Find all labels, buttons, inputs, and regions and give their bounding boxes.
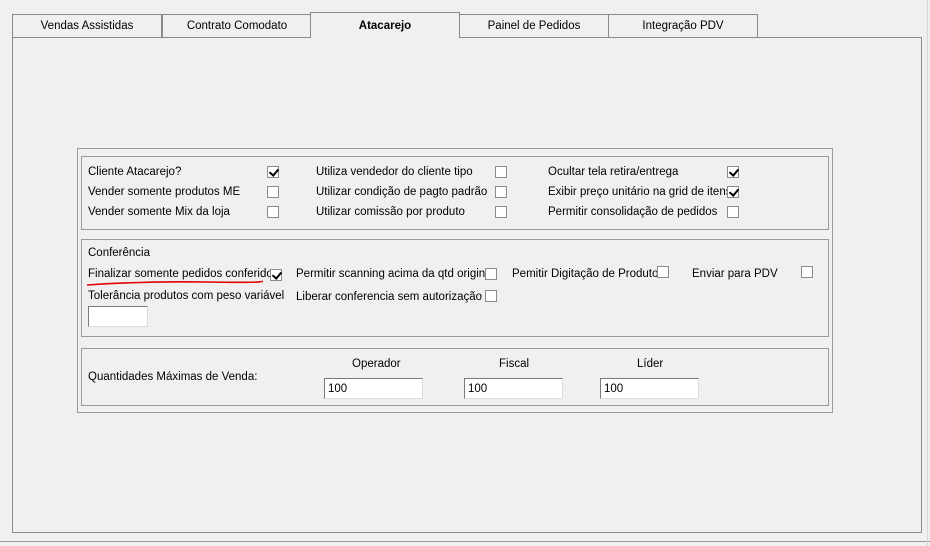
quantidades-label: Quantidades Máximas de Venda: (88, 371, 258, 383)
vender-somente-mix-label: Vender somente Mix da loja (88, 206, 230, 218)
ocultar-tela-label: Ocultar tela retira/entrega (548, 166, 679, 178)
fiscal-label: Fiscal (499, 358, 530, 370)
lider-input[interactable] (600, 378, 699, 399)
liberar-conferencia-label: Liberar conferencia sem autorização (296, 291, 483, 303)
utilizar-comissao-label: Utilizar comissão por produto (316, 206, 465, 218)
exibir-preco-checkbox[interactable] (727, 186, 739, 198)
permitir-consolidacao-label: Permitir consolidação de pedidos (548, 206, 718, 218)
tolerancia-label: Tolerância produtos com peso variável (88, 290, 285, 302)
vender-somente-produtos-me-checkbox[interactable] (267, 186, 279, 198)
operador-input[interactable] (324, 378, 423, 399)
liberar-conferencia-checkbox[interactable] (485, 290, 497, 302)
ocultar-tela-checkbox[interactable] (727, 166, 739, 178)
conferencia-group (81, 239, 829, 337)
finalizar-conferidos-checkbox[interactable] (270, 269, 282, 281)
lider-label: Líder (637, 358, 664, 370)
tab-painel-de-pedidos[interactable]: Painel de Pedidos (459, 14, 609, 37)
tab-atacarejo[interactable]: Atacarejo (310, 12, 460, 38)
operador-label: Operador (352, 358, 401, 370)
exibir-preco-label: Exibir preço unitário na grid de itens (548, 186, 732, 198)
vender-somente-mix-checkbox[interactable] (267, 206, 279, 218)
annotation-underline (86, 280, 263, 286)
tab-contrato-comodato[interactable]: Contrato Comodato (162, 14, 312, 37)
vender-somente-produtos-me-label: Vender somente produtos ME (88, 186, 241, 198)
permitir-scanning-label: Permitir scanning acima da qtd original (296, 268, 495, 280)
permitir-digitacao-label: Pemitir Digitação de Produtos (512, 268, 665, 280)
window-bottom-border (0, 541, 930, 542)
conferencia-title: Conferência (88, 247, 151, 259)
permitir-digitacao-checkbox[interactable] (657, 266, 669, 278)
enviar-pdv-checkbox[interactable] (801, 266, 813, 278)
fiscal-input[interactable] (464, 378, 563, 399)
tab-vendas-assistidas[interactable]: Vendas Assistidas (12, 14, 162, 37)
utilizar-condicao-label: Utilizar condição de pagto padrão (316, 186, 488, 198)
utiliza-vendedor-label: Utiliza vendedor do cliente tipo (316, 166, 473, 178)
utilizar-condicao-checkbox[interactable] (495, 186, 507, 198)
enviar-pdv-label: Enviar para PDV (692, 268, 778, 280)
tolerancia-input[interactable] (88, 306, 148, 327)
permitir-consolidacao-checkbox[interactable] (727, 206, 739, 218)
permitir-scanning-checkbox[interactable] (485, 268, 497, 280)
cliente-atacarejo-checkbox[interactable] (267, 166, 279, 178)
tab-integracao-pdv[interactable]: Integração PDV (608, 14, 758, 37)
window-right-border (927, 0, 928, 546)
utiliza-vendedor-checkbox[interactable] (495, 166, 507, 178)
cliente-atacarejo-label: Cliente Atacarejo? (88, 166, 182, 178)
utilizar-comissao-checkbox[interactable] (495, 206, 507, 218)
